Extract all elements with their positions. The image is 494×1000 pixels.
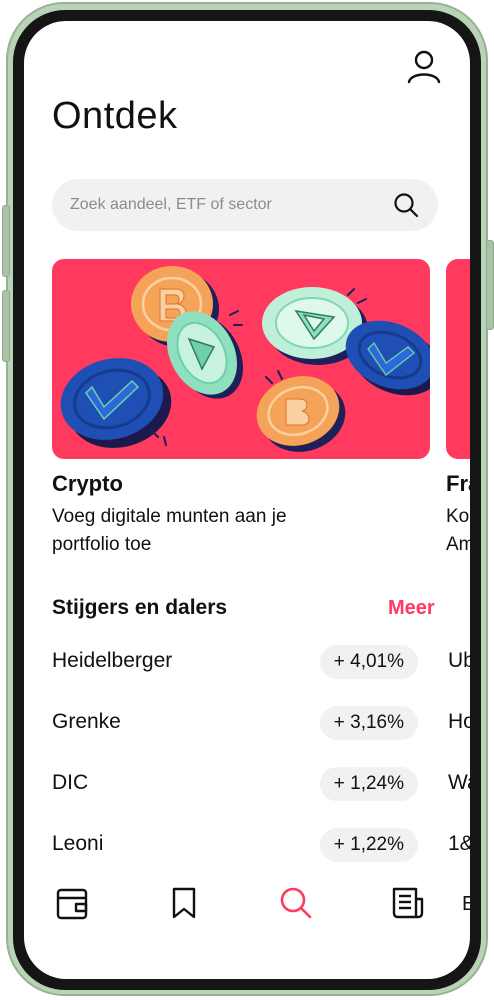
news-icon [392,887,424,919]
mover-row[interactable]: Heidelberger + 4,01% [52,645,418,681]
bottom-navigation: E [24,879,470,939]
change-badge: + 3,16% [319,706,418,740]
mover-row[interactable]: DIC + 1,24% [52,767,418,803]
mover-row-next-column[interactable]: Ho [448,710,470,734]
phone-side-button [2,205,10,277]
card-description: Voeg digitale munten aan je portfolio to… [52,506,287,555]
card-title: Fra [446,471,470,496]
stock-name: Heidelberger [52,649,173,672]
more-link[interactable]: Meer [388,597,435,620]
section-title-movers: Stijgers en dalers [52,596,228,619]
card-image [446,259,470,459]
mover-row[interactable]: Grenke + 3,16% [52,706,418,742]
discover-card-next[interactable]: Fra Ko Am [446,259,470,569]
card-title: Crypto [52,471,123,496]
stock-name: Leoni [52,832,104,855]
phone-side-button [2,290,10,362]
search-bar[interactable] [52,179,438,231]
page-title: Ontdek [52,95,178,137]
nav-item-wallet[interactable] [52,883,92,923]
profile-button[interactable] [404,46,444,86]
stock-name: DIC [52,771,89,794]
change-badge: + 1,24% [319,767,418,801]
mover-row-next-column[interactable]: Ub [448,649,470,673]
mover-row-next-column[interactable]: Wa [448,771,470,795]
phone-power-button [486,240,494,330]
nav-item-next[interactable]: E [462,893,470,916]
wallet-icon [56,888,88,920]
nav-item-watchlist[interactable] [164,883,204,923]
change-badge: + 4,01% [319,645,418,679]
bookmark-icon [172,887,196,919]
mover-row-next-column[interactable]: 1& [448,832,470,856]
card-description: Ko Am [446,506,470,555]
crypto-coins-illustration [52,259,430,459]
nav-item-discover[interactable] [276,883,316,923]
search-icon[interactable] [392,191,420,219]
app-screen: Ontdek Zoek aandeel, ETF of sector Crypt… [24,21,470,979]
search-input[interactable] [70,179,370,231]
user-icon [407,50,441,84]
discover-card-crypto[interactable]: Crypto Voeg digitale munten aan je portf… [52,259,430,569]
stock-name: Grenke [52,710,121,733]
change-badge: + 1,22% [319,828,418,862]
search-icon [280,887,312,919]
nav-item-news[interactable] [388,883,428,923]
mover-row[interactable]: Leoni + 1,22% [52,828,418,864]
